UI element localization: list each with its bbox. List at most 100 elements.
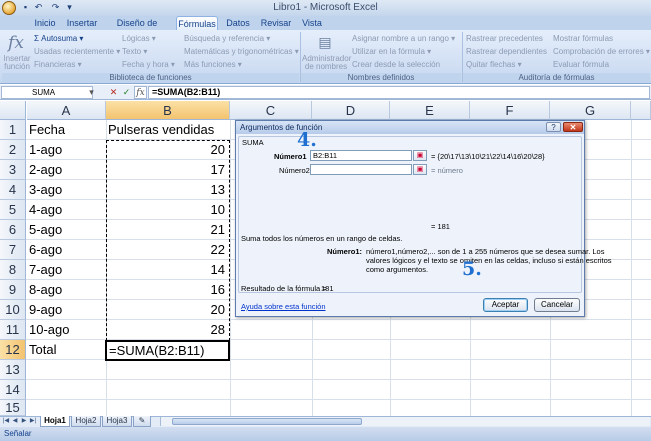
name-manager-icon[interactable]: ▤: [314, 35, 336, 51]
row-header-6[interactable]: 6: [0, 220, 26, 240]
insert-function-fx-button[interactable]: fx: [134, 86, 147, 99]
row-header-14[interactable]: 14: [0, 380, 26, 400]
sheet-tab-hoja3[interactable]: Hoja3: [102, 416, 132, 427]
cell-b12-active[interactable]: =SUMA(B2:B11): [105, 340, 230, 361]
column-header-d[interactable]: D: [312, 101, 390, 120]
select-all-corner[interactable]: [0, 101, 26, 120]
row-header-1[interactable]: 1: [0, 120, 26, 140]
math-functions-button[interactable]: Matemáticas y trigonométricas ▾: [184, 47, 299, 56]
column-header-b[interactable]: B: [106, 101, 230, 120]
column-header-partial[interactable]: [631, 101, 651, 120]
last-sheet-icon[interactable]: ▶|: [29, 417, 37, 426]
use-in-formula-button[interactable]: Utilizar en la fórmula ▾: [352, 47, 431, 56]
arg1-collapse-icon[interactable]: ▣: [413, 150, 427, 161]
dialog-function-name: SUMA: [242, 138, 264, 147]
cancel-button[interactable]: Cancelar: [534, 298, 580, 312]
formula-input[interactable]: =SUMA(B2:B11): [148, 86, 650, 99]
autosum-button[interactable]: Σ Autosuma ▾: [34, 34, 83, 43]
row-header-15[interactable]: 15: [0, 400, 26, 416]
cell-a5[interactable]: 4-ago: [29, 200, 62, 220]
lookup-functions-button[interactable]: Búsqueda y referencia ▾: [184, 34, 270, 43]
datetime-functions-button[interactable]: Fecha y hora ▾: [122, 60, 175, 69]
name-manager-button[interactable]: Administrador de nombres: [302, 55, 351, 71]
insert-sheet-icon[interactable]: ✎: [133, 416, 151, 427]
horizontal-scroll-thumb[interactable]: [172, 418, 362, 425]
dialog-close-button[interactable]: ✕: [563, 122, 583, 132]
accept-button[interactable]: Aceptar: [483, 298, 528, 312]
evaluate-formula-button[interactable]: Evaluar fórmula: [553, 60, 609, 69]
arg1-input[interactable]: B2:B11: [310, 150, 412, 161]
cell-a7[interactable]: 6-ago: [29, 240, 62, 260]
cell-a9[interactable]: 8-ago: [29, 280, 62, 300]
tab-formulas[interactable]: Fórmulas: [176, 16, 218, 30]
tab-diseno-pagina[interactable]: Diseño de página: [104, 16, 170, 42]
dialog-title[interactable]: Argumentos de función: [236, 121, 584, 134]
tab-insertar[interactable]: Insertar: [66, 16, 98, 30]
formula-result-label: Resultado de la fórmula =: [241, 284, 327, 293]
dialog-help-button[interactable]: ?: [546, 122, 561, 132]
prev-sheet-icon[interactable]: ◀: [11, 417, 19, 426]
financial-functions-button[interactable]: Financieras ▾: [34, 60, 82, 69]
error-checking-button[interactable]: Comprobación de errores ▾: [553, 47, 650, 56]
sheet-tab-hoja1[interactable]: Hoja1: [40, 416, 70, 427]
column-header-f[interactable]: F: [470, 101, 550, 120]
window-title: Libro1 - Microsoft Excel: [273, 2, 378, 13]
show-formulas-button[interactable]: Mostrar fórmulas: [553, 34, 613, 43]
cell-a10[interactable]: 9-ago: [29, 300, 62, 320]
row-header-12[interactable]: 12: [0, 340, 26, 360]
row-header-7[interactable]: 7: [0, 240, 26, 260]
gridline: [230, 120, 231, 416]
cell-a1[interactable]: Fecha: [29, 120, 65, 140]
tab-vista[interactable]: Vista: [299, 16, 325, 30]
arg2-collapse-icon[interactable]: ▣: [413, 164, 427, 175]
recent-functions-button[interactable]: Usadas recientemente ▾: [34, 47, 120, 56]
sheet-tab-hoja2[interactable]: Hoja2: [71, 416, 101, 427]
column-header-a[interactable]: A: [27, 101, 106, 120]
tab-inicio[interactable]: Inicio: [30, 16, 60, 30]
enter-formula-button[interactable]: ✓: [121, 86, 132, 99]
next-sheet-icon[interactable]: ▶: [20, 417, 28, 426]
function-help-link[interactable]: Ayuda sobre esta función: [241, 302, 326, 311]
arg-help-line3: como argumentos.: [366, 265, 429, 274]
remove-arrows-button[interactable]: Quitar flechas ▾: [466, 60, 522, 69]
row-header-11[interactable]: 11: [0, 320, 26, 340]
column-header-c[interactable]: C: [230, 101, 312, 120]
insert-function-icon[interactable]: fx: [6, 33, 26, 53]
arg2-label: Número2: [279, 166, 310, 175]
row-header-13[interactable]: 13: [0, 360, 26, 380]
tab-datos[interactable]: Datos: [223, 16, 253, 30]
row-header-2[interactable]: 2: [0, 140, 26, 160]
more-functions-button[interactable]: Más funciones ▾: [184, 60, 242, 69]
assign-name-button[interactable]: Asignar nombre a un rango ▾: [352, 34, 455, 43]
cancel-formula-button[interactable]: ✕: [108, 86, 119, 99]
name-box[interactable]: SUMA: [1, 86, 93, 99]
cell-a12[interactable]: Total: [29, 340, 56, 360]
cell-a6[interactable]: 5-ago: [29, 220, 62, 240]
trace-precedents-button[interactable]: Rastrear precedentes: [466, 34, 543, 43]
insert-function-button[interactable]: Insertar función: [3, 55, 31, 71]
row-header-4[interactable]: 4: [0, 180, 26, 200]
trace-dependents-button[interactable]: Rastrear dependientes: [466, 47, 547, 56]
cell-a8[interactable]: 7-ago: [29, 260, 62, 280]
cell-b1[interactable]: Pulseras vendidas: [107, 120, 228, 140]
cell-a2[interactable]: 1-ago: [29, 140, 62, 160]
column-header-e[interactable]: E: [390, 101, 470, 120]
status-bar: Señalar: [0, 427, 651, 441]
name-box-dropdown-icon[interactable]: ▾: [86, 86, 97, 99]
cell-a11[interactable]: 10-ago: [29, 320, 69, 340]
arg2-input[interactable]: [310, 164, 412, 175]
cell-a3[interactable]: 2-ago: [29, 160, 62, 180]
text-functions-button[interactable]: Texto ▾: [122, 47, 147, 56]
tab-revisar[interactable]: Revisar: [258, 16, 294, 30]
first-sheet-icon[interactable]: |◀: [2, 417, 10, 426]
row-header-10[interactable]: 10: [0, 300, 26, 320]
row-header-9[interactable]: 9: [0, 280, 26, 300]
column-header-g[interactable]: G: [550, 101, 631, 120]
logical-functions-button[interactable]: Lógicas ▾: [122, 34, 156, 43]
range-selection-marquee: [106, 140, 230, 341]
cell-a4[interactable]: 3-ago: [29, 180, 62, 200]
row-header-3[interactable]: 3: [0, 160, 26, 180]
create-from-selection-button[interactable]: Crear desde la selección: [352, 60, 440, 69]
row-header-5[interactable]: 5: [0, 200, 26, 220]
row-header-8[interactable]: 8: [0, 260, 26, 280]
